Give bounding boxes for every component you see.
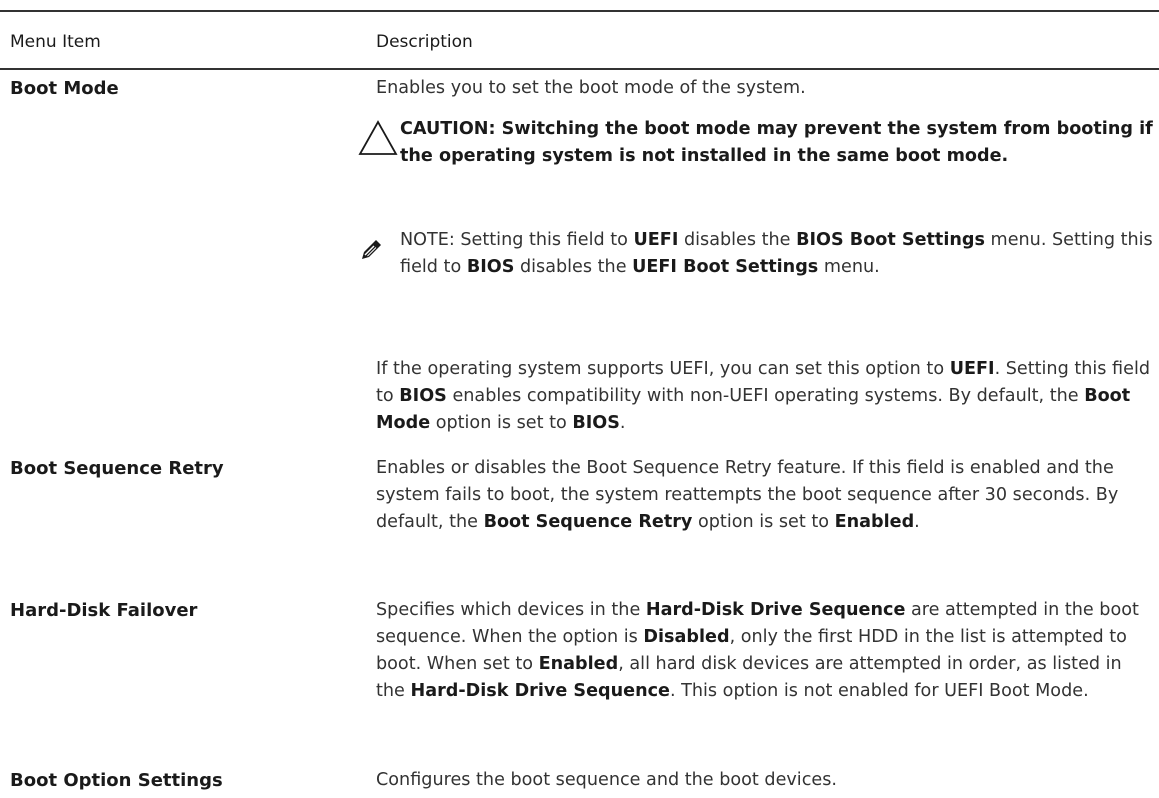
table-top-rule bbox=[0, 10, 1159, 12]
header-menu-item: Menu Item bbox=[10, 32, 101, 52]
menu-item-boot-mode: Boot Mode bbox=[10, 78, 119, 99]
header-description: Description bbox=[376, 32, 473, 52]
boot-option-settings-description: Configures the boot sequence and the boo… bbox=[376, 770, 837, 790]
boot-sequence-retry-description: Enables or disables the Boot Sequence Re… bbox=[376, 458, 1119, 532]
hard-disk-failover-description: Specifies which devices in the Hard-Disk… bbox=[376, 600, 1139, 701]
caution-triangle-icon bbox=[358, 120, 398, 155]
boot-mode-note: NOTE: Setting this field to UEFI disable… bbox=[400, 230, 1153, 277]
table-header-rule bbox=[0, 68, 1159, 70]
menu-item-hard-disk-failover: Hard-Disk Failover bbox=[10, 600, 198, 621]
boot-mode-description: Enables you to set the boot mode of the … bbox=[376, 78, 806, 98]
pencil-note-icon bbox=[362, 240, 381, 259]
boot-mode-caution: CAUTION: Switching the boot mode may pre… bbox=[400, 119, 1153, 166]
menu-item-boot-sequence-retry: Boot Sequence Retry bbox=[10, 458, 224, 479]
boot-mode-details: If the operating system supports UEFI, y… bbox=[376, 359, 1150, 433]
settings-reference-table: Menu Item Description Boot Mode Enables … bbox=[0, 0, 1159, 798]
menu-item-boot-option-settings: Boot Option Settings bbox=[10, 770, 223, 791]
